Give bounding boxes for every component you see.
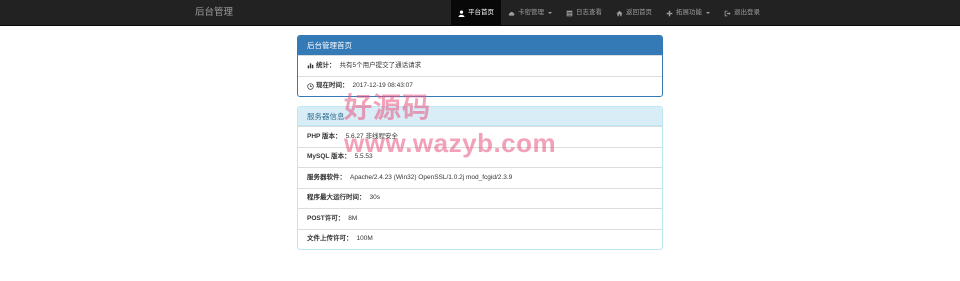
stats-row: 统计： 共有5个用户提交了通话请求 — [298, 55, 662, 76]
info-label: MySQL 版本： — [307, 153, 351, 160]
user-icon — [458, 9, 465, 17]
nav-item-extensions[interactable]: 拓展功能 — [659, 0, 717, 26]
clock-icon — [307, 83, 314, 90]
server-info-row: MySQL 版本： 5.5.53 — [298, 146, 662, 168]
server-info-row: 文件上传许可： 100M — [298, 228, 662, 250]
navbar-menu: 平台首页 卡密管理 日志查看 返回首页 拓展功能 退出登录 — [451, 0, 767, 26]
nav-item-label: 拓展功能 — [676, 9, 702, 16]
nav-item-return-home[interactable]: 返回首页 — [609, 0, 659, 26]
time-value: 2017-12-19 08:43:07 — [352, 82, 413, 89]
server-info-row: POST许可： 8M — [298, 208, 662, 229]
info-value: 5.6.27 非线程安全 — [345, 132, 398, 140]
info-label: 服务器软件： — [307, 173, 346, 181]
stats-label: 统计： — [316, 61, 336, 69]
server-info-panel: 服务器信息 PHP 版本： 5.6.27 非线程安全 MySQL 版本： 5.5… — [297, 106, 663, 250]
info-value: 100M — [356, 235, 373, 242]
info-value: 8M — [348, 214, 358, 222]
nav-item-log-view[interactable]: 日志查看 — [559, 0, 609, 26]
server-info-row: 程序最大运行时间： 30s — [298, 187, 662, 209]
info-value: 5.5.53 — [354, 153, 373, 160]
home-icon — [616, 10, 623, 16]
nav-item-logout[interactable]: 退出登录 — [717, 0, 767, 26]
server-info-row: PHP 版本： 5.6.27 非线程安全 — [298, 126, 662, 147]
bar-chart-icon — [307, 63, 314, 69]
chevron-down-icon — [706, 12, 710, 14]
nav-item-label: 返回首页 — [626, 9, 652, 16]
info-label: PHP 版本： — [307, 132, 342, 140]
panel-title: 服务器信息 — [298, 107, 662, 126]
info-value: Apache/2.4.23 (Win32) OpenSSL/1.0.2j mod… — [350, 173, 513, 181]
nav-item-label: 日志查看 — [576, 9, 602, 16]
nav-item-label: 卡密管理 — [518, 9, 544, 16]
plus-icon — [666, 10, 673, 16]
nav-item-label: 平台首页 — [468, 9, 494, 16]
time-row: 现在时间： 2017-12-19 08:43:07 — [298, 75, 662, 97]
info-label: 程序最大运行时间： — [307, 194, 366, 201]
info-label: 文件上传许可： — [307, 235, 353, 242]
server-info-row: 服务器软件： Apache/2.4.23 (Win32) OpenSSL/1.0… — [298, 167, 662, 188]
chevron-down-icon — [548, 12, 552, 14]
panel-title: 后台管理首页 — [298, 36, 662, 55]
navbar-brand[interactable]: 后台管理 — [195, 0, 233, 26]
info-label: POST许可： — [307, 214, 345, 222]
nav-item-card-management[interactable]: 卡密管理 — [501, 0, 559, 26]
admin-home-panel: 后台管理首页 统计： 共有5个用户提交了通话请求 现在时间： 2017-12-1… — [297, 35, 663, 97]
cloud-icon — [508, 11, 515, 16]
top-navbar: 后台管理 平台首页 卡密管理 日志查看 返回首页 拓展功能 退出登录 — [0, 0, 960, 26]
info-value: 30s — [369, 194, 380, 201]
nav-item-label: 退出登录 — [734, 9, 760, 16]
time-label: 现在时间： — [316, 82, 349, 89]
nav-item-platform-home[interactable]: 平台首页 — [451, 0, 501, 26]
stats-value: 共有5个用户提交了通话请求 — [339, 61, 422, 69]
logout-icon — [724, 10, 731, 16]
list-icon — [566, 10, 573, 16]
